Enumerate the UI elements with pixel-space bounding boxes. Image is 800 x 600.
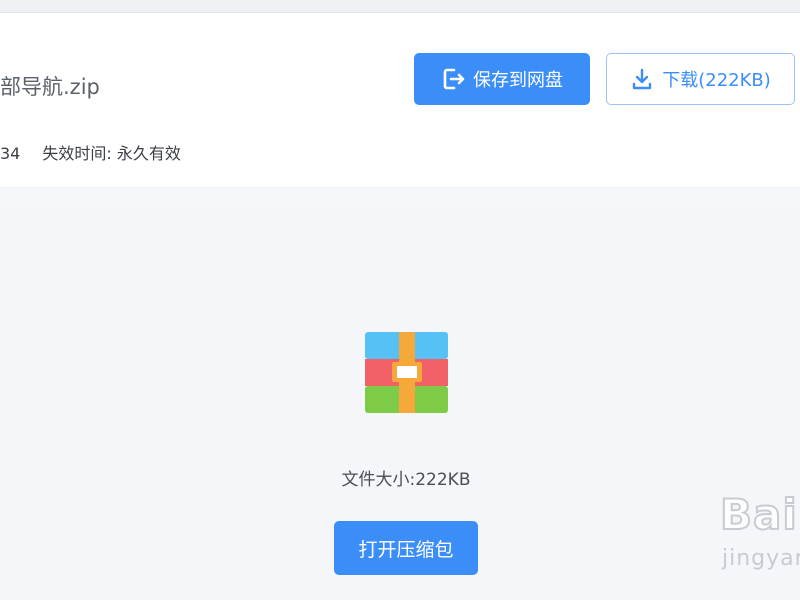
file-name: 部导航.zip bbox=[0, 75, 100, 99]
download-label: 下载(222KB) bbox=[662, 70, 771, 91]
file-size-label: 文件大小:222KB bbox=[341, 470, 471, 490]
expiry-value: 永久有效 bbox=[116, 144, 181, 163]
expiry-label: 失效时间: bbox=[42, 144, 112, 163]
baidu-jingyan-watermark: Bai jingyan bbox=[718, 482, 800, 582]
browser-top-strip bbox=[0, 0, 800, 13]
file-meta-left: 34 bbox=[0, 144, 21, 163]
open-archive-button[interactable]: 打开压缩包 bbox=[334, 521, 478, 575]
save-to-disk-label: 保存到网盘 bbox=[473, 70, 563, 91]
preview-area: 文件大小:222KB 打开压缩包 bbox=[0, 205, 800, 600]
download-icon bbox=[633, 68, 652, 90]
watermark-main: Bai bbox=[719, 489, 798, 540]
zip-archive-icon bbox=[365, 332, 448, 413]
file-meta-row: 34 失效时间: 永久有效 bbox=[0, 140, 181, 164]
file-header: 部导航.zip 34 失效时间: 永久有效 保存到网盘 下载(222KB) bbox=[0, 13, 800, 188]
save-to-disk-button[interactable]: 保存到网盘 bbox=[414, 53, 590, 105]
watermark-sub: jingyan bbox=[722, 546, 800, 571]
download-button[interactable]: 下载(222KB) bbox=[606, 53, 795, 105]
save-to-disk-icon bbox=[443, 68, 465, 90]
